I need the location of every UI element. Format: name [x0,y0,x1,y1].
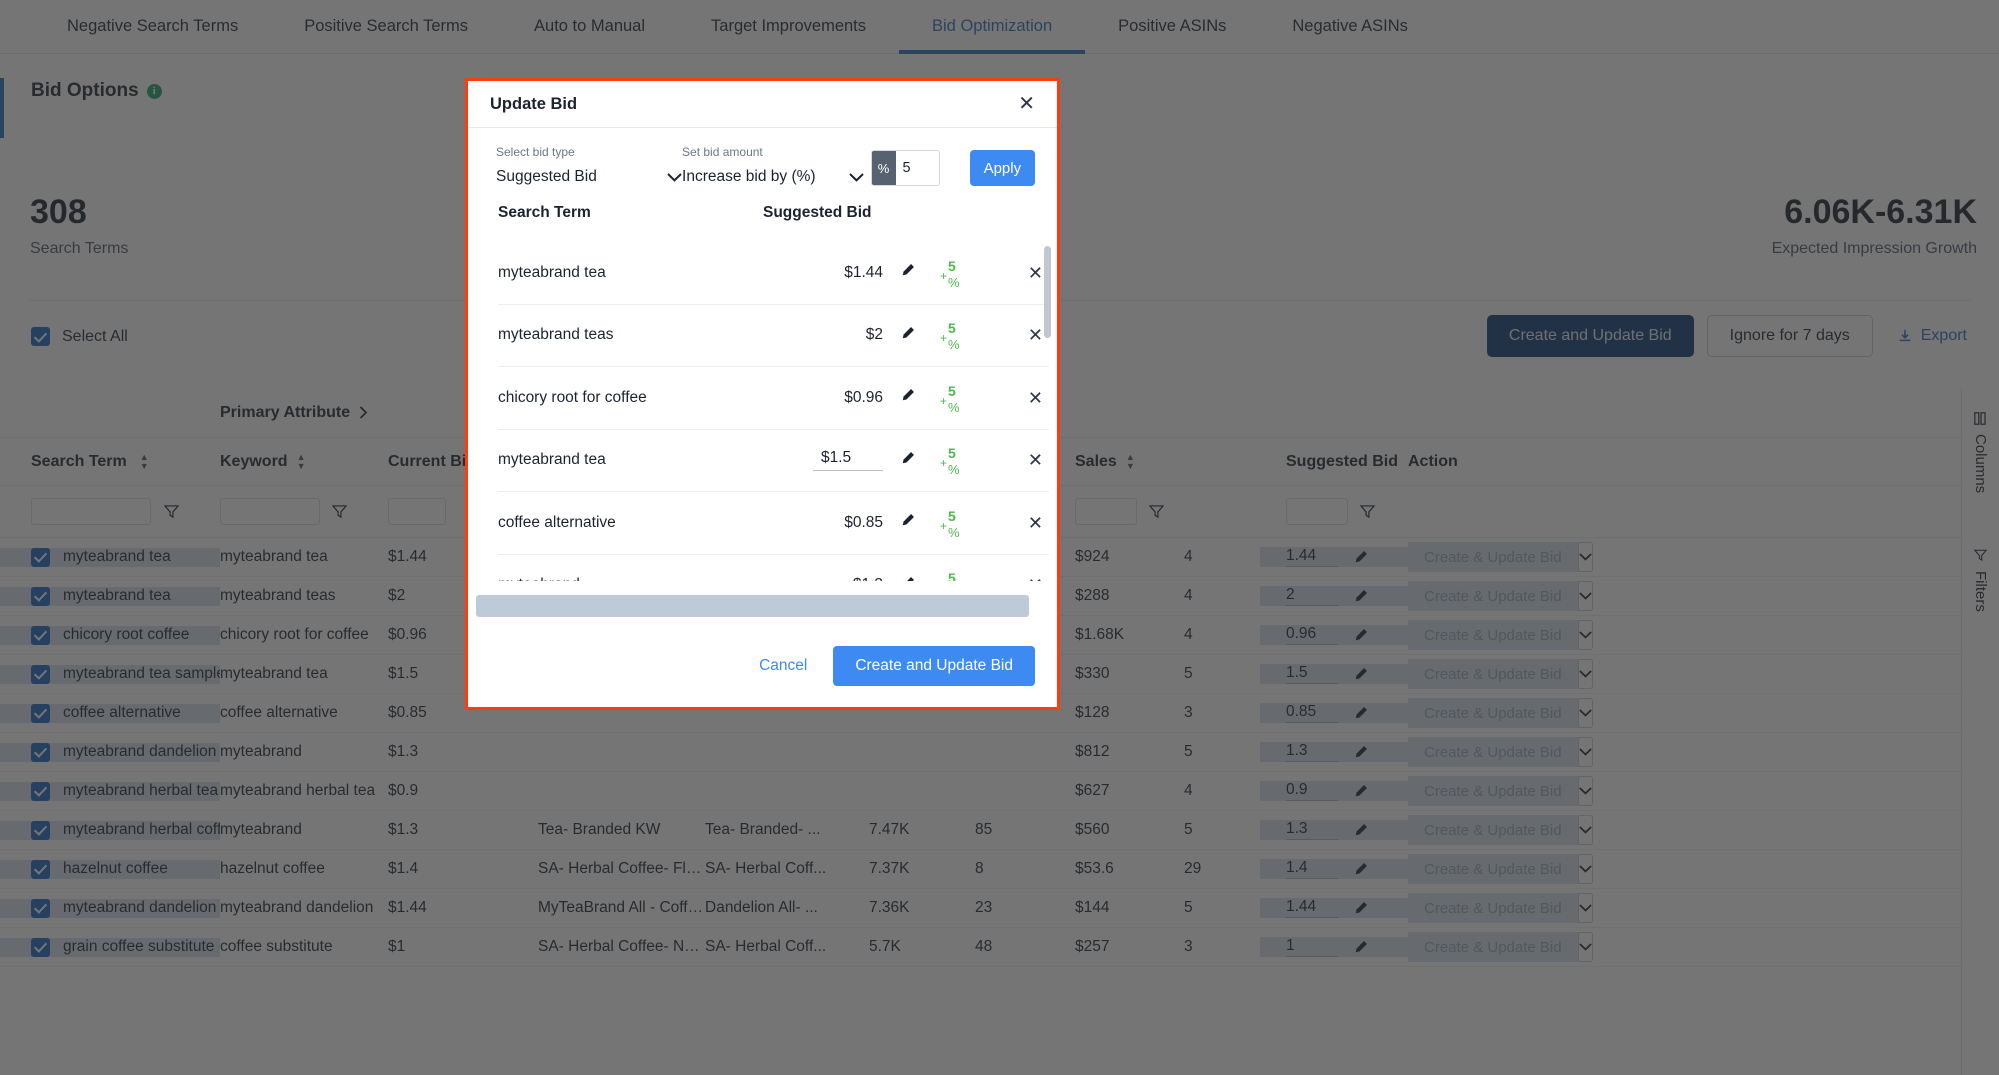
update-bid-modal: Update Bid ✕ Select bid type Suggested B… [465,78,1060,710]
modal-row-bid-value[interactable]: $2 [866,326,883,344]
modal-rows: myteabrand tea $1.44 +5% ✕ myteabrand teas $2… [468,242,1057,581]
modal-row-edit[interactable] [901,326,915,345]
modal-row-percent-badge: +5% [940,257,960,290]
modal-row-edit[interactable] [901,263,915,282]
bid-amount-value: Increase bid by (%) [682,168,816,185]
modal-row-remove-icon[interactable]: ✕ [1028,451,1043,469]
pencil-icon[interactable] [901,513,915,527]
modal-table-row[interactable]: coffee alternative $0.85 +5% ✕ [498,492,1049,555]
pencil-icon[interactable] [901,388,915,402]
cancel-button[interactable]: Cancel [759,657,807,675]
modal-row-remove-icon[interactable]: ✕ [1028,514,1043,532]
modal-table-row[interactable]: myteabrand tea $1.44 +5% ✕ [498,242,1049,305]
bid-type-select[interactable]: Suggested Bid [496,168,682,186]
modal-row-edit[interactable] [901,576,915,581]
bid-type-field: Select bid type Suggested Bid [496,145,682,186]
modal-row-search-term: myteabrand teas [498,326,614,344]
bid-amount-label: Set bid amount [682,145,763,159]
modal-row-percent-badge: +5% [940,382,960,415]
chevron-down-icon [848,172,864,182]
modal-row-percent-badge: +5% [940,507,960,540]
modal-row-search-term: chicory root for coffee [498,388,647,406]
modal-rows-scroll[interactable]: myteabrand tea $1.44 +5% ✕ myteabrand teas $2… [468,242,1057,581]
modal-body: Search Term Suggested Bid myteabrand tea… [468,198,1057,625]
modal-vertical-scrollbar[interactable] [1044,246,1051,338]
modal-horizontal-scrollbar[interactable] [476,595,1029,617]
modal-row-remove-icon[interactable]: ✕ [1028,264,1043,282]
modal-table-row[interactable]: chicory root for coffee $0.96 +5% ✕ [498,367,1049,430]
modal-table-row[interactable]: myteabrand teas $2 +5% ✕ [498,305,1049,367]
modal-title: Update Bid [490,94,578,113]
bid-amount-field: Set bid amount Increase bid by (%) [682,145,864,186]
modal-row-bid-value[interactable]: $0.96 [844,389,883,407]
modal-row-bid-value[interactable]: $1.5 [813,449,883,472]
modal-controls: Select bid type Suggested Bid Set bid am… [468,128,1057,198]
bid-type-label: Select bid type [496,145,575,159]
pencil-icon[interactable] [901,326,915,340]
modal-th-search-term: Search Term [498,204,591,221]
modal-row-edit[interactable] [901,513,915,532]
modal-row-bid-value[interactable]: $1.3 [853,576,883,581]
apply-button[interactable]: Apply [969,150,1035,186]
modal-row-search-term: myteabrand tea [498,263,606,281]
modal-row-edit[interactable] [901,451,915,470]
modal-th-suggested-bid: Suggested Bid [763,204,872,221]
bid-type-value: Suggested Bid [496,168,597,185]
modal-row-remove-icon[interactable]: ✕ [1028,389,1043,407]
modal-row-bid-value[interactable]: $1.44 [844,264,883,282]
modal-row-edit[interactable] [901,388,915,407]
modal-footer: Cancel Create and Update Bid [468,625,1057,707]
modal-table-header: Search Term Suggested Bid [468,198,1041,236]
modal-table-row[interactable]: myteabrand tea $1.5 +5% ✕ [498,430,1049,492]
modal-row-remove-icon[interactable]: ✕ [1028,576,1043,581]
modal-create-and-update-bid-button[interactable]: Create and Update Bid [833,646,1035,686]
modal-row-bid-value[interactable]: $0.85 [844,514,883,532]
close-icon[interactable]: ✕ [1013,90,1040,118]
modal-table-row[interactable]: myteabrand $1.3 +5% ✕ [498,555,1049,581]
percent-input-group: % [870,150,940,186]
modal-row-search-term: myteabrand tea [498,451,606,469]
modal-header: Update Bid ✕ [468,81,1057,128]
modal-row-percent-badge: +5% [940,320,960,353]
percent-input[interactable] [895,151,939,185]
percent-sign-label: % [871,151,896,185]
modal-row-search-term: myteabrand [498,576,763,581]
bid-amount-select[interactable]: Increase bid by (%) [682,168,864,186]
pencil-icon[interactable] [901,451,915,465]
modal-row-remove-icon[interactable]: ✕ [1028,326,1043,344]
modal-row-search-term: coffee alternative [498,513,616,531]
pencil-icon[interactable] [901,263,915,277]
chevron-down-icon [667,172,682,182]
modal-row-percent-badge: +5% [948,570,956,581]
pencil-icon[interactable] [901,576,915,581]
modal-row-percent-badge: +5% [940,445,960,478]
